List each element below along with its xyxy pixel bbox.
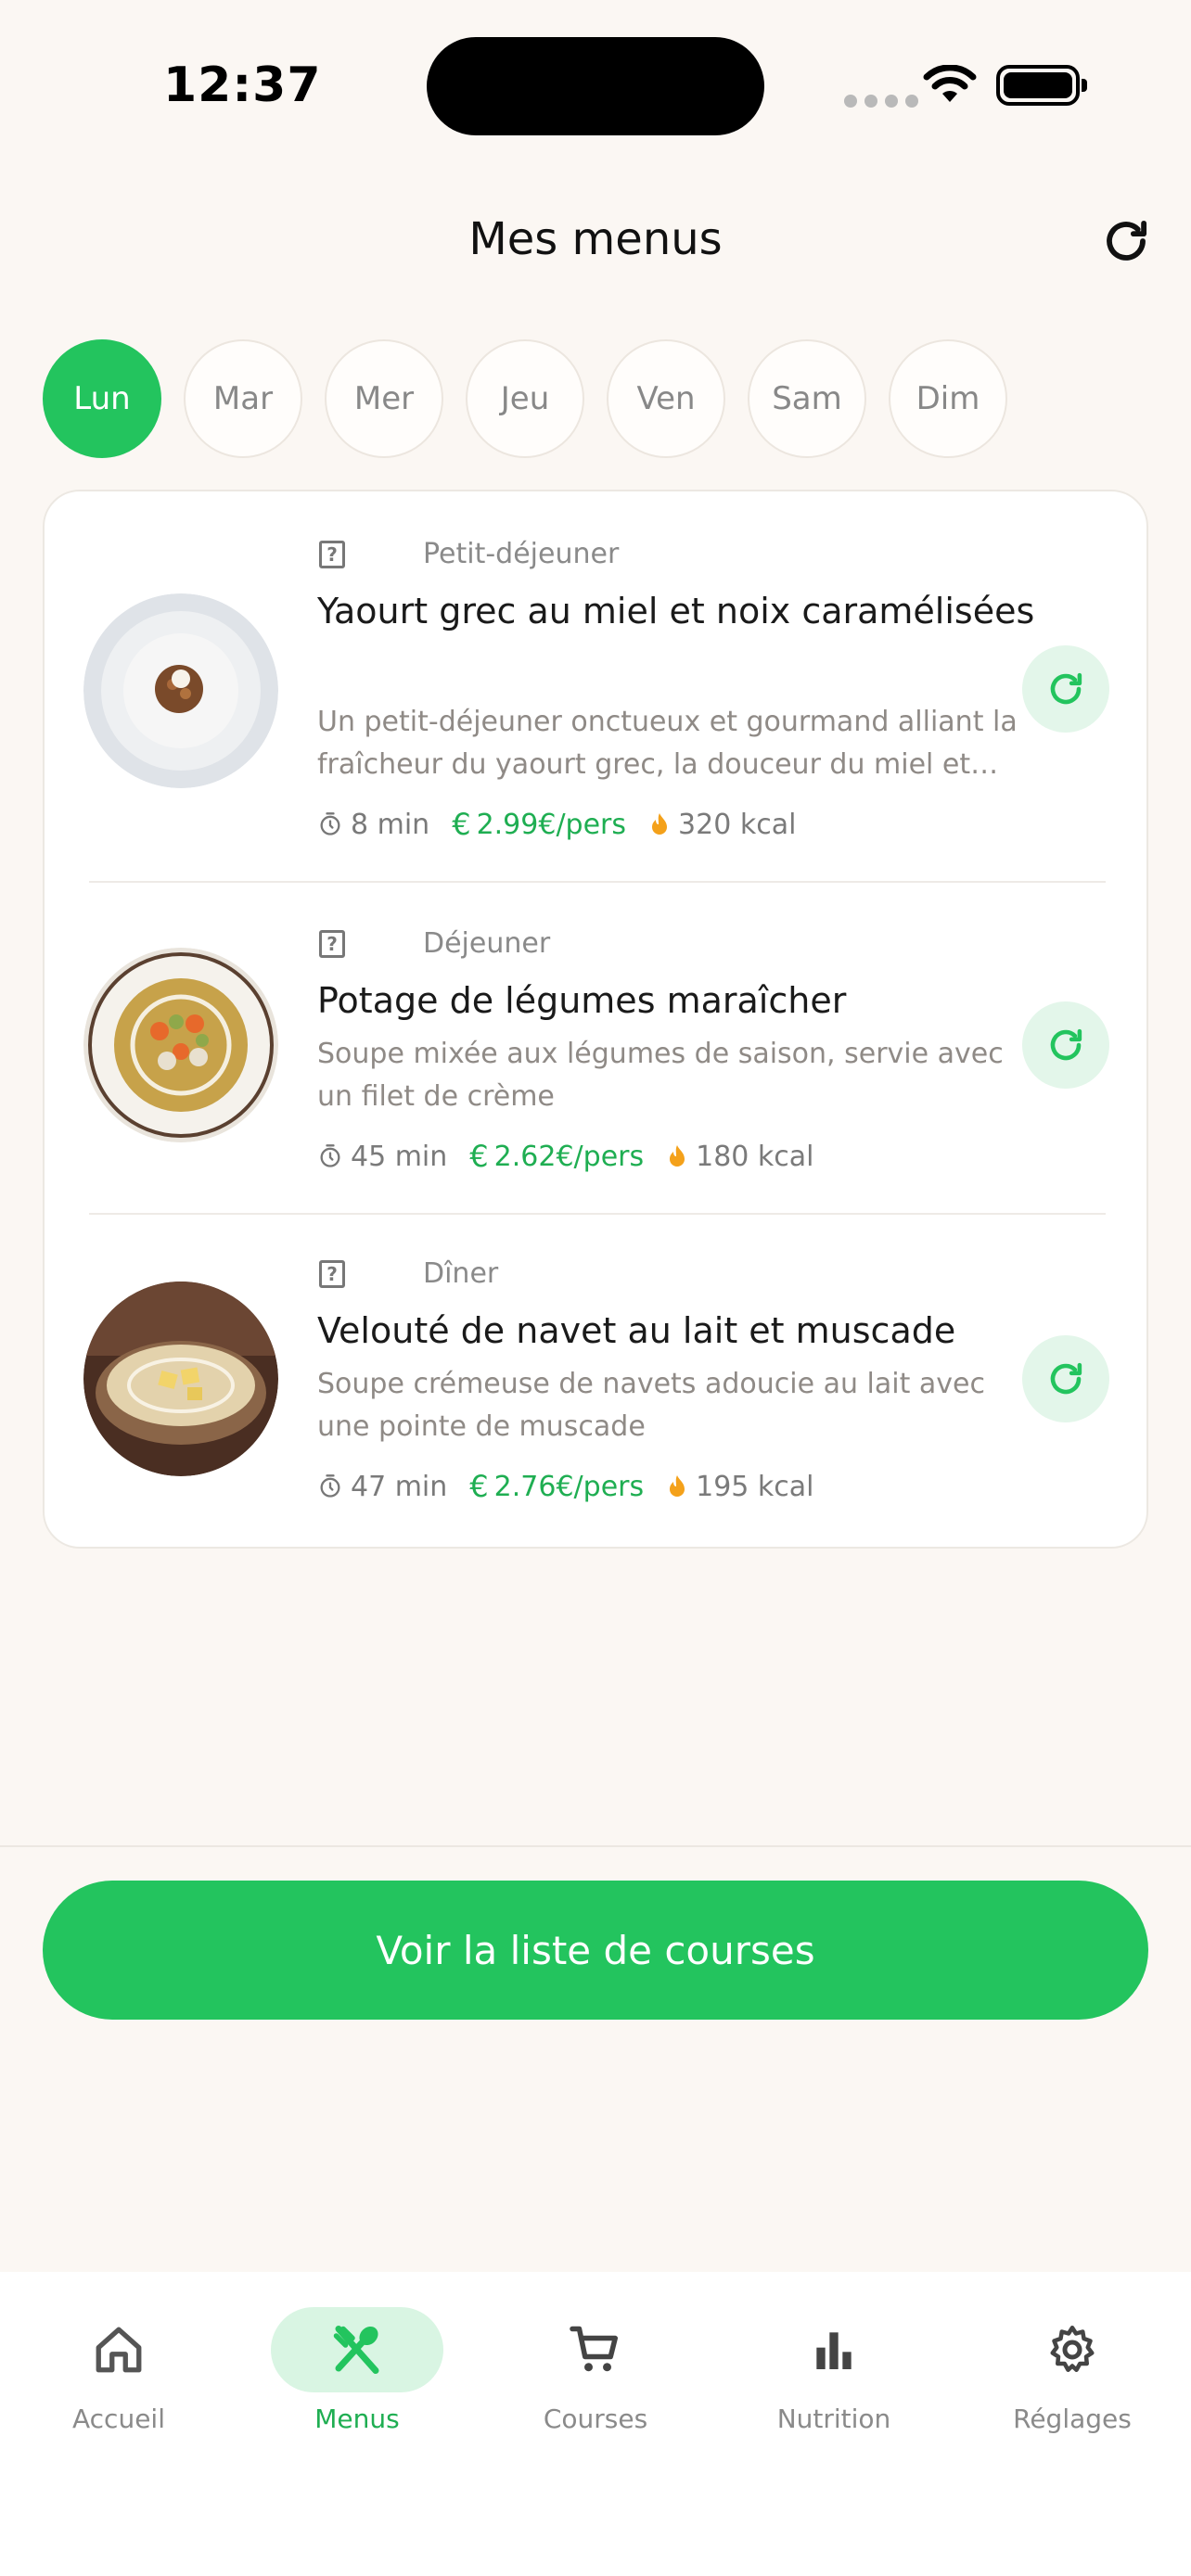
meal-title: Potage de légumes maraîcher [317, 980, 847, 1021]
meal-description: Soupe crémeuse de navets adoucie au lait… [317, 1368, 985, 1443]
day-selector: Lun Mar Mer Jeu Ven Sam Dim [43, 339, 1007, 458]
meal-type-label: Déjeuner [423, 927, 551, 960]
refresh-icon [1107, 220, 1147, 261]
tab-label: Accueil [72, 2404, 165, 2434]
meal-title: Velouté de navet au lait et muscade [317, 1310, 956, 1351]
meal-price: 2.62€/pers [493, 1140, 645, 1173]
meal-time: 45 min [351, 1140, 448, 1173]
page-title: Mes menus [468, 213, 723, 265]
tab-nutrition[interactable]: Nutrition [741, 2307, 927, 2434]
tab-label: Menus [314, 2404, 400, 2434]
meal-kcal: 320 kcal [678, 808, 797, 841]
refresh-icon [1050, 1362, 1082, 1395]
meal-type-row: ? Dîner [319, 1257, 498, 1290]
meal-type-icon: ? [319, 540, 345, 568]
signal-icon [844, 95, 918, 108]
tab-courses[interactable]: Courses [503, 2307, 688, 2434]
battery-icon [996, 65, 1087, 106]
timer-icon [320, 1474, 340, 1498]
meal-title: Yaourt grec au miel et noix caramélisées [317, 591, 1035, 631]
tab-label: Nutrition [776, 2404, 891, 2434]
meal-type-icon: ? [319, 929, 345, 958]
tab-bar: Accueil Menus Courses Nutrition Réglages [0, 2272, 1191, 2576]
meal-type-row: ? Déjeuner [319, 927, 550, 960]
meal-type-icon: ? [319, 1259, 345, 1288]
meal-type-label: Petit-déjeuner [423, 538, 620, 570]
tab-label: Réglages [1013, 2404, 1132, 2434]
day-tab-lun[interactable]: Lun [43, 339, 161, 458]
meal-item-dinner[interactable]: ? Dîner Velouté de navet au lait et musc… [45, 1215, 1150, 1549]
flame-icon [652, 813, 668, 835]
day-tab-dim[interactable]: Dim [889, 339, 1007, 458]
refresh-icon [1050, 1028, 1082, 1061]
day-tab-sam[interactable]: Sam [748, 339, 866, 458]
home-icon [96, 2327, 142, 2373]
bar-chart-icon [816, 2332, 852, 2369]
tab-reglages[interactable]: Réglages [980, 2307, 1165, 2434]
meal-kcal: 180 kcal [696, 1140, 814, 1173]
meal-item-breakfast[interactable]: ? Petit-déjeuner Yaourt grec au miel et … [45, 491, 1150, 881]
wifi-icon [923, 65, 977, 102]
meal-kcal: 195 kcal [696, 1470, 814, 1503]
meal-image-yaourt [83, 593, 278, 788]
dynamic-island [427, 37, 764, 135]
swap-meal-button[interactable] [1022, 1335, 1109, 1422]
meal-image-potage [83, 948, 278, 1142]
meal-type-row: ? Petit-déjeuner [319, 538, 619, 570]
meal-meta: 45 min € 2.62€/pers 180 kcal [317, 1139, 837, 1174]
swap-meal-button[interactable] [1022, 645, 1109, 733]
day-tab-mar[interactable]: Mar [184, 339, 302, 458]
meal-type-label: Dîner [423, 1257, 499, 1290]
euro-icon: € [469, 1469, 489, 1504]
tab-accueil[interactable]: Accueil [26, 2307, 211, 2434]
menu-card: ? Petit-déjeuner Yaourt grec au miel et … [43, 490, 1148, 1549]
day-tab-jeu[interactable]: Jeu [466, 339, 584, 458]
swap-meal-button[interactable] [1022, 1001, 1109, 1089]
tab-label: Courses [543, 2404, 648, 2434]
timer-icon [320, 812, 340, 835]
meal-time: 47 min [351, 1470, 448, 1503]
status-time: 12:37 [163, 57, 322, 113]
shopping-list-button[interactable]: Voir la liste de courses [43, 1881, 1148, 2020]
refresh-all-button[interactable] [1098, 213, 1154, 269]
tab-menus[interactable]: Menus [264, 2307, 450, 2434]
day-tab-mer[interactable]: Mer [325, 339, 443, 458]
meal-meta: 47 min € 2.76€/pers 195 kcal [317, 1469, 837, 1504]
day-tab-ven[interactable]: Ven [607, 339, 725, 458]
meal-time: 8 min [351, 808, 430, 841]
meal-meta: 8 min € 2.99€/pers 320 kcal [317, 807, 818, 842]
flame-icon [670, 1145, 685, 1167]
meal-description: Soupe mixée aux légumes de saison, servi… [317, 1038, 1004, 1113]
timer-icon [320, 1144, 340, 1167]
euro-icon: € [469, 1139, 489, 1174]
flame-icon [670, 1475, 685, 1497]
footer-divider [0, 1845, 1191, 1847]
meal-price: 2.99€/pers [476, 808, 627, 841]
meal-price: 2.76€/pers [493, 1470, 645, 1503]
euro-icon: € [452, 807, 471, 842]
gear-icon [1050, 2326, 1095, 2372]
meal-image-veloute [83, 1282, 278, 1476]
utensils-icon [333, 2326, 379, 2374]
cart-icon [570, 2326, 618, 2372]
status-bar: 12:37 [0, 0, 1191, 176]
meal-description: Un petit-déjeuner onctueux et gourmand a… [317, 706, 1018, 781]
meal-item-lunch[interactable]: ? Déjeuner Potage de légumes maraîcher S… [45, 883, 1150, 1213]
refresh-icon [1050, 672, 1082, 705]
